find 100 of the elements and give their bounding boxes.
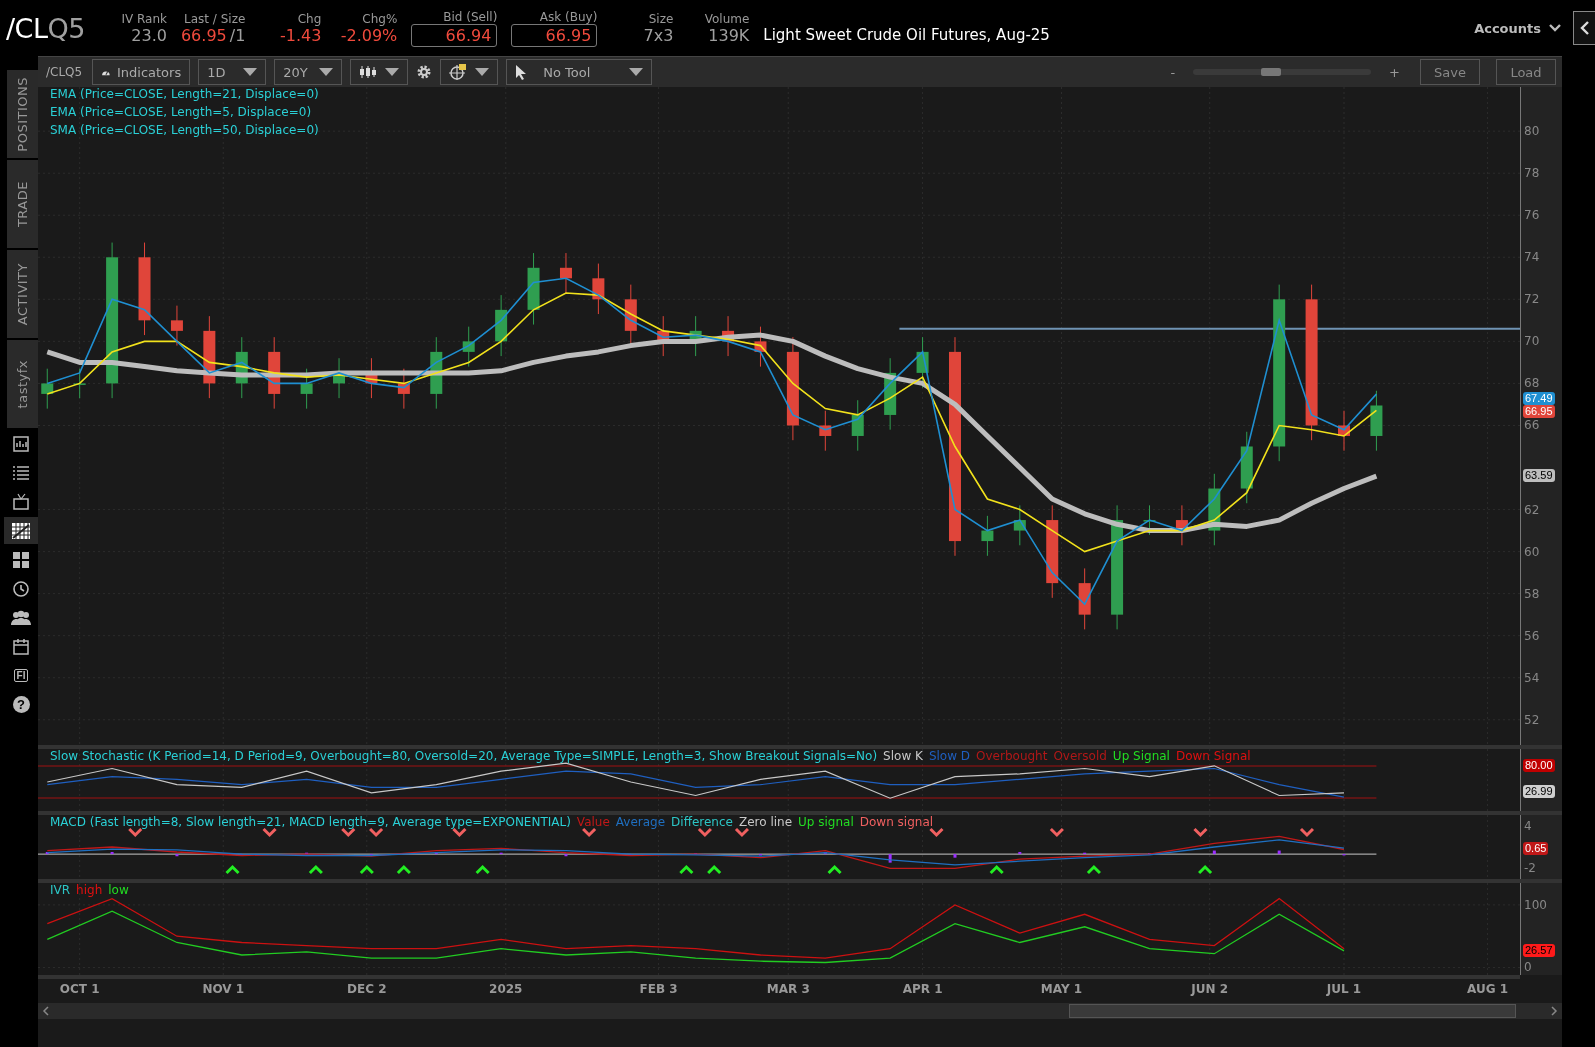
candlestick [916, 336, 929, 389]
drawing-tool-dropdown[interactable]: No Tool [506, 59, 653, 85]
indicators-button[interactable]: Indicators [92, 59, 191, 85]
load-button[interactable]: Load [1496, 59, 1556, 85]
price-field[interactable]: 66.94 [411, 23, 498, 47]
indicator-axis-label: 0 [1524, 960, 1532, 975]
price-axis-label: 60 [1524, 544, 1540, 559]
legend-item: Difference [671, 815, 733, 829]
indicator-badge: 26.99 [1523, 785, 1555, 798]
caret-icon [475, 68, 490, 76]
candlestick [170, 305, 183, 347]
scrollbar-thumb[interactable] [1068, 1004, 1517, 1018]
price-axis-label: 74 [1524, 250, 1540, 265]
price-axis-label: 58 [1524, 586, 1540, 601]
report-icon [12, 434, 30, 453]
aggregation-dropdown[interactable]: 1D [198, 59, 267, 85]
price-badge: 66.95 [1523, 405, 1555, 419]
crosshair-icon [449, 64, 468, 80]
date-axis-label: JUN 2 [1191, 982, 1229, 996]
candlestick [1175, 504, 1188, 546]
list-icon [12, 464, 30, 481]
caret-icon [629, 68, 644, 76]
price-axis-label: 52 [1524, 712, 1540, 727]
side-tab[interactable]: POSITIONS [7, 70, 38, 158]
indicator-axis-label: 4 [1524, 818, 1532, 833]
collapse-button[interactable] [1573, 11, 1595, 45]
range-dropdown[interactable]: 20Y [274, 59, 343, 85]
quote-value: -2.09% [340, 25, 398, 45]
legend-item: Up signal [798, 815, 854, 829]
price-field[interactable]: 66.95 [511, 23, 598, 47]
legend-item: Down signal [859, 815, 934, 829]
legend-item: low [108, 883, 129, 897]
horizontal-scrollbar[interactable] [38, 1003, 1562, 1019]
zoom-slider[interactable] [1193, 69, 1372, 75]
quote-label: IV Rank [121, 11, 167, 26]
indicator-axis-label: -2 [1524, 861, 1536, 876]
accounts-dropdown[interactable]: Accounts [1468, 19, 1567, 37]
side-tab[interactable]: ACTIVITY [7, 250, 38, 338]
settings-button[interactable] [416, 64, 433, 80]
sidebar-icon-button[interactable]: ? [4, 691, 38, 718]
legend-item: Slow D [928, 749, 971, 763]
instrument-description: Light Sweet Crude Oil Futures, Aug-25 [763, 26, 1050, 44]
quote-value: 139K [708, 25, 750, 45]
zoom-out-button[interactable]: - [1166, 64, 1180, 80]
scroll-left-icon [42, 1006, 50, 1016]
sidebar-icon-button[interactable]: FI [4, 662, 38, 689]
calendar-icon [12, 637, 30, 656]
price-axis-label: 54 [1524, 670, 1540, 685]
cursor-icon [515, 64, 528, 80]
price-axis-label: 76 [1524, 208, 1540, 223]
side-tab[interactable]: tastyfx [7, 340, 38, 428]
date-axis-label: APR 1 [902, 982, 943, 996]
quote-label: Size [648, 11, 674, 26]
price-axis-label: 68 [1524, 376, 1540, 391]
symbol-contract: Q5 [47, 12, 85, 44]
save-button[interactable]: Save [1420, 59, 1480, 85]
candlestick [41, 368, 54, 410]
caret-icon [385, 68, 400, 76]
candlestick [462, 326, 475, 368]
candlestick [851, 399, 864, 452]
chart-type-dropdown[interactable] [350, 59, 409, 85]
date-axis-label: FEB 3 [639, 982, 678, 996]
candlestick [1013, 504, 1026, 546]
sidebar-icon-button[interactable] [4, 517, 38, 544]
candlestick [592, 263, 605, 315]
legend-item: Zero line [738, 815, 793, 829]
legend-item: Average [615, 815, 666, 829]
date-axis-label: OCT 1 [59, 982, 100, 996]
study-label: EMA (Price=CLOSE, Length=5, Displace=0) [50, 105, 313, 119]
tv-icon [12, 492, 30, 511]
candlestick [495, 294, 508, 357]
quote-value: 66.95 [180, 25, 227, 45]
grid-icon [12, 550, 30, 569]
quote-label: Ask (Buy) [539, 9, 598, 24]
quote-label: Chg [297, 11, 322, 26]
scroll-right-icon [1550, 1006, 1558, 1016]
candlestick [300, 368, 313, 410]
candlestick [235, 336, 248, 399]
zoom-slider-thumb[interactable] [1261, 68, 1282, 76]
quote-label: Bid (Sell) [443, 9, 498, 24]
price-axis-label: 72 [1524, 292, 1540, 307]
date-axis-label: AUG 1 [1467, 982, 1509, 996]
date-axis-label: DEC 2 [347, 982, 387, 996]
indicator-axis-label: 100 [1524, 897, 1547, 912]
side-tab[interactable]: TRADE [7, 160, 38, 248]
quote-label: Volume [704, 11, 750, 26]
drawings-dropdown[interactable] [440, 59, 499, 85]
indicator-badge: 0.65 [1523, 842, 1549, 856]
chart-symbol: /CLQ5 [46, 65, 83, 79]
candlestick [981, 515, 994, 557]
price-axis-label: 62 [1524, 502, 1540, 517]
quote-size: /1 [229, 25, 246, 45]
price-axis-label: 56 [1524, 628, 1540, 643]
chevron-left-icon [1579, 21, 1590, 35]
candlestick [1078, 567, 1091, 630]
price-level-line[interactable] [898, 327, 1520, 330]
price-axis-label: 80 [1524, 124, 1540, 139]
zoom-in-button[interactable]: + [1385, 64, 1404, 80]
candlestick [689, 315, 702, 357]
price-axis-label: 70 [1524, 334, 1540, 349]
